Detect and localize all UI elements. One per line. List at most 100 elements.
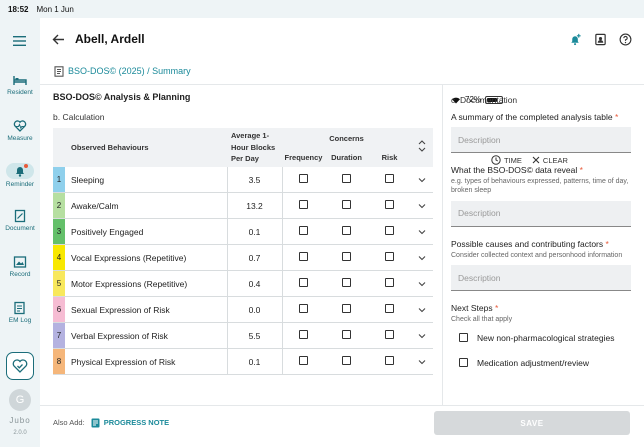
- duration-checkbox-cell[interactable]: [325, 270, 368, 298]
- duration-checkbox-cell[interactable]: [325, 348, 368, 376]
- frequency-checkbox[interactable]: [299, 356, 309, 366]
- duration-checkbox[interactable]: [342, 278, 351, 288]
- risk-checkbox[interactable]: [385, 252, 394, 262]
- frequency-checkbox-cell[interactable]: [282, 270, 325, 298]
- back-arrow-icon[interactable]: [52, 33, 65, 46]
- risk-checkbox[interactable]: [385, 304, 394, 314]
- frequency-checkbox[interactable]: [299, 330, 309, 340]
- duration-checkbox-cell[interactable]: [325, 296, 368, 324]
- duration-checkbox[interactable]: [342, 252, 351, 262]
- sidebar-item-record[interactable]: Record: [0, 255, 40, 278]
- frequency-checkbox-cell[interactable]: [282, 244, 325, 272]
- frequency-checkbox[interactable]: [299, 174, 309, 184]
- expand-row-button[interactable]: [411, 244, 433, 272]
- table-row: 3 Positively Engaged 0.1: [53, 218, 433, 246]
- risk-checkbox-cell[interactable]: [368, 270, 411, 298]
- col-frequency: Frequency: [282, 148, 325, 167]
- risk-checkbox-cell[interactable]: [368, 218, 411, 246]
- risk-checkbox-cell[interactable]: [368, 322, 411, 350]
- risk-checkbox[interactable]: [385, 278, 394, 288]
- progress-note-button[interactable]: PROGRESS NOTE: [91, 418, 169, 428]
- risk-checkbox[interactable]: [385, 174, 394, 184]
- avatar[interactable]: G: [9, 389, 31, 411]
- expand-row-button[interactable]: [411, 322, 433, 350]
- breadcrumb[interactable]: BSO-DOS© (2025) / Summary: [68, 66, 191, 76]
- frequency-checkbox-cell[interactable]: [282, 296, 325, 324]
- risk-checkbox-cell[interactable]: [368, 244, 411, 272]
- divider: [40, 84, 644, 85]
- duration-checkbox[interactable]: [342, 200, 351, 210]
- chevron-down-icon: [418, 203, 426, 209]
- also-add-label: Also Add:: [53, 418, 85, 427]
- duration-checkbox-cell[interactable]: [325, 192, 368, 220]
- expand-row-button[interactable]: [411, 166, 433, 194]
- help-icon[interactable]: [619, 33, 632, 46]
- duration-checkbox[interactable]: [342, 330, 351, 340]
- frequency-checkbox-cell[interactable]: [282, 218, 325, 246]
- risk-checkbox-cell[interactable]: [368, 348, 411, 376]
- sidebar-item-label: Record: [9, 271, 31, 278]
- risk-checkbox-cell[interactable]: [368, 296, 411, 324]
- frequency-checkbox-cell[interactable]: [282, 348, 325, 376]
- frequency-checkbox[interactable]: [299, 200, 309, 210]
- duration-checkbox[interactable]: [342, 226, 351, 236]
- risk-checkbox[interactable]: [385, 356, 394, 366]
- save-button[interactable]: SAVE: [434, 411, 630, 435]
- risk-checkbox-cell[interactable]: [368, 192, 411, 220]
- note-icon: [91, 418, 100, 427]
- risk-checkbox[interactable]: [385, 226, 394, 236]
- duration-checkbox-cell[interactable]: [325, 166, 368, 194]
- duration-checkbox-cell[interactable]: [325, 244, 368, 272]
- expand-row-button[interactable]: [411, 192, 433, 220]
- col-avg: Average 1-Hour Blocks Per Day: [227, 128, 282, 167]
- risk-checkbox-cell[interactable]: [368, 166, 411, 194]
- causes-input[interactable]: Description: [451, 265, 631, 292]
- data-reveal-input[interactable]: Description: [451, 200, 631, 227]
- bell-plus-icon[interactable]: [569, 33, 582, 46]
- duration-checkbox[interactable]: [342, 304, 351, 314]
- sort-button[interactable]: [411, 128, 433, 167]
- sidebar-item-em-log[interactable]: EM Log: [0, 301, 40, 324]
- frequency-checkbox[interactable]: [299, 304, 309, 314]
- frequency-checkbox[interactable]: [299, 252, 309, 262]
- frequency-checkbox-cell[interactable]: [282, 192, 325, 220]
- summary-input[interactable]: Description: [451, 127, 631, 153]
- avg-value: 13.2: [226, 192, 283, 220]
- sidebar-item-reminder[interactable]: Reminder: [0, 163, 40, 188]
- avg-value: 5.5: [226, 322, 283, 350]
- sidebar-item-measure[interactable]: Measure: [0, 119, 40, 142]
- table-row: 2 Awake/Calm 13.2: [53, 192, 433, 220]
- col-concerns: Concerns: [282, 128, 411, 149]
- behaviour-name: Sleeping: [65, 166, 227, 194]
- risk-checkbox[interactable]: [385, 330, 394, 340]
- checkbox[interactable]: [459, 333, 468, 343]
- frequency-checkbox-cell[interactable]: [282, 322, 325, 350]
- expand-row-button[interactable]: [411, 348, 433, 376]
- frequency-checkbox[interactable]: [299, 226, 309, 236]
- contact-card-icon[interactable]: [594, 33, 607, 46]
- duration-checkbox[interactable]: [342, 174, 351, 184]
- duration-checkbox[interactable]: [342, 356, 351, 366]
- duration-checkbox-cell[interactable]: [325, 218, 368, 246]
- frequency-checkbox[interactable]: [299, 278, 309, 288]
- expand-row-button[interactable]: [411, 270, 433, 298]
- next-step-option[interactable]: New non-pharmacological strategies: [459, 333, 631, 343]
- duration-checkbox-cell[interactable]: [325, 322, 368, 350]
- status-bar: 18:52 Mon 1 Jun 72%: [0, 0, 644, 104]
- avg-value: 0.7: [226, 244, 283, 272]
- sidebar-item-label: Measure: [7, 135, 33, 142]
- table-row: 7 Verbal Expression of Risk 5.5: [53, 322, 433, 350]
- risk-checkbox[interactable]: [385, 200, 394, 210]
- frequency-checkbox-cell[interactable]: [282, 166, 325, 194]
- row-number: 6: [53, 296, 65, 324]
- table-row: 1 Sleeping 3.5: [53, 166, 433, 194]
- checkbox[interactable]: [459, 358, 468, 368]
- menu-icon[interactable]: [13, 36, 26, 46]
- table-row: 6 Sexual Expression of Risk 0.0: [53, 296, 433, 324]
- expand-row-button[interactable]: [411, 296, 433, 324]
- expand-row-button[interactable]: [411, 218, 433, 246]
- health-check-button[interactable]: [6, 352, 34, 380]
- sidebar-item-document[interactable]: Document: [0, 209, 40, 232]
- next-step-option[interactable]: Medication adjustment/review: [459, 358, 631, 368]
- sidebar-item-resident[interactable]: Resident: [0, 73, 40, 96]
